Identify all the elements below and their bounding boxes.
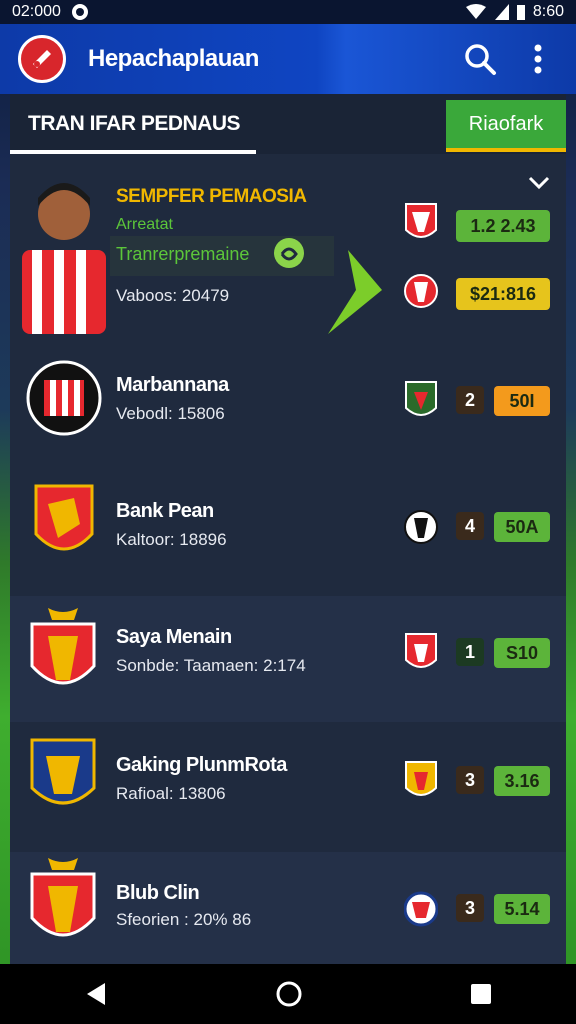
more-options-button[interactable] — [518, 39, 558, 79]
club-name: Bank Pean — [116, 500, 214, 522]
app-bar: Hepachaplauan — [0, 24, 576, 94]
chevron-down-icon[interactable] — [528, 176, 550, 190]
club-name: Saya Menain — [116, 626, 232, 648]
club-crest-icon — [404, 510, 438, 544]
app-title: Hepachaplauan — [88, 45, 259, 72]
battery-icon — [516, 5, 525, 20]
notification-icon — [71, 4, 88, 20]
status-bar: 02:000 8:60 — [0, 0, 576, 24]
club-badge-icon — [30, 858, 96, 937]
club-sub: Rafioal: 13806 — [116, 784, 226, 803]
club-sub: Sfeorien : 20% 86 — [116, 910, 252, 929]
home-icon[interactable] — [275, 980, 303, 1008]
club-crest-icon — [405, 381, 437, 416]
rank-badge: 4 — [456, 512, 484, 540]
signal-icon — [494, 4, 509, 20]
club-crest-icon — [405, 761, 437, 796]
club-badge-icon — [34, 484, 94, 551]
featured-player-role: Arreatat — [116, 216, 173, 233]
list-item[interactable]: Marbannana Vebodl: 15806 2 50I — [10, 344, 566, 470]
panel-title: TRAN IFAR PEDNAUS — [28, 112, 241, 135]
search-button[interactable] — [460, 39, 500, 79]
club-sub: Sonbde: Taamaen: 2:174 — [116, 656, 306, 675]
list-item[interactable]: Saya Menain Sonbde: Taamaen: 2:174 1 S10 — [10, 596, 566, 722]
score-badge[interactable]: 50A — [494, 512, 550, 542]
wifi-icon — [465, 4, 486, 19]
list-item[interactable]: Bank Pean Kaltoor: 18896 4 50A — [10, 470, 566, 596]
club-name: Gaking PlunmRota — [116, 754, 287, 776]
featured-price-badge[interactable]: $21:816 — [456, 278, 550, 310]
club-crest-icon — [405, 633, 437, 668]
score-badge[interactable]: 50I — [494, 386, 550, 416]
transfer-status-icon — [274, 238, 304, 268]
rank-badge: 1 — [456, 638, 484, 666]
score-badge[interactable]: 5.14 — [494, 894, 550, 924]
system-nav-bar — [0, 964, 576, 1024]
panel-action-button[interactable]: Riaofark — [446, 100, 566, 152]
club-name: Marbannana — [116, 374, 229, 396]
player-photo — [22, 183, 106, 334]
featured-score-badge[interactable]: 1.2 2.43 — [456, 210, 550, 242]
featured-player-name: SEMPFER PEMAOSIA — [116, 186, 307, 207]
search-icon — [465, 44, 496, 75]
club-name: Blub Clin — [116, 882, 200, 904]
club-crest-icon — [404, 274, 438, 308]
featured-player-tag: Tranrerpremaine — [116, 244, 250, 264]
list-item[interactable]: Gaking PlunmRota Rafioal: 13806 3 3.16 — [10, 722, 566, 852]
status-clock: 8:60 — [532, 3, 564, 20]
featured-player-card[interactable]: SEMPFER PEMAOSIA Arreatat Tranrerpremain… — [10, 156, 566, 344]
rank-badge: 2 — [456, 386, 484, 414]
list-item[interactable]: Blub Clin Sfeorien : 20% 86 3 5.14 — [10, 852, 566, 964]
club-badge-icon — [30, 608, 96, 685]
score-badge[interactable]: 3.16 — [494, 766, 550, 796]
panel-title-underline — [10, 150, 256, 154]
featured-player-value: Vaboos: 20479 — [116, 286, 230, 305]
club-crest-icon — [404, 891, 438, 927]
club-badge-icon — [30, 738, 96, 805]
status-time: 02:000 — [12, 3, 61, 20]
rank-badge: 3 — [456, 766, 484, 794]
panel-header: TRAN IFAR PEDNAUS Riaofark — [10, 94, 566, 154]
transfer-arrow-icon — [328, 250, 382, 334]
back-icon[interactable] — [83, 981, 109, 1007]
transfer-panel: TRAN IFAR PEDNAUS Riaofark SEMPFER PEMAO… — [10, 94, 566, 964]
score-badge[interactable]: S10 — [494, 638, 550, 668]
club-crest-icon — [405, 203, 437, 238]
recents-icon[interactable] — [469, 982, 493, 1006]
club-sub: Kaltoor: 18896 — [116, 530, 227, 549]
app-logo-icon[interactable] — [18, 35, 66, 83]
club-sub: Vebodl: 15806 — [116, 404, 225, 423]
rank-badge: 3 — [456, 894, 484, 922]
club-badge-icon — [26, 360, 102, 436]
more-vertical-icon — [534, 44, 542, 74]
